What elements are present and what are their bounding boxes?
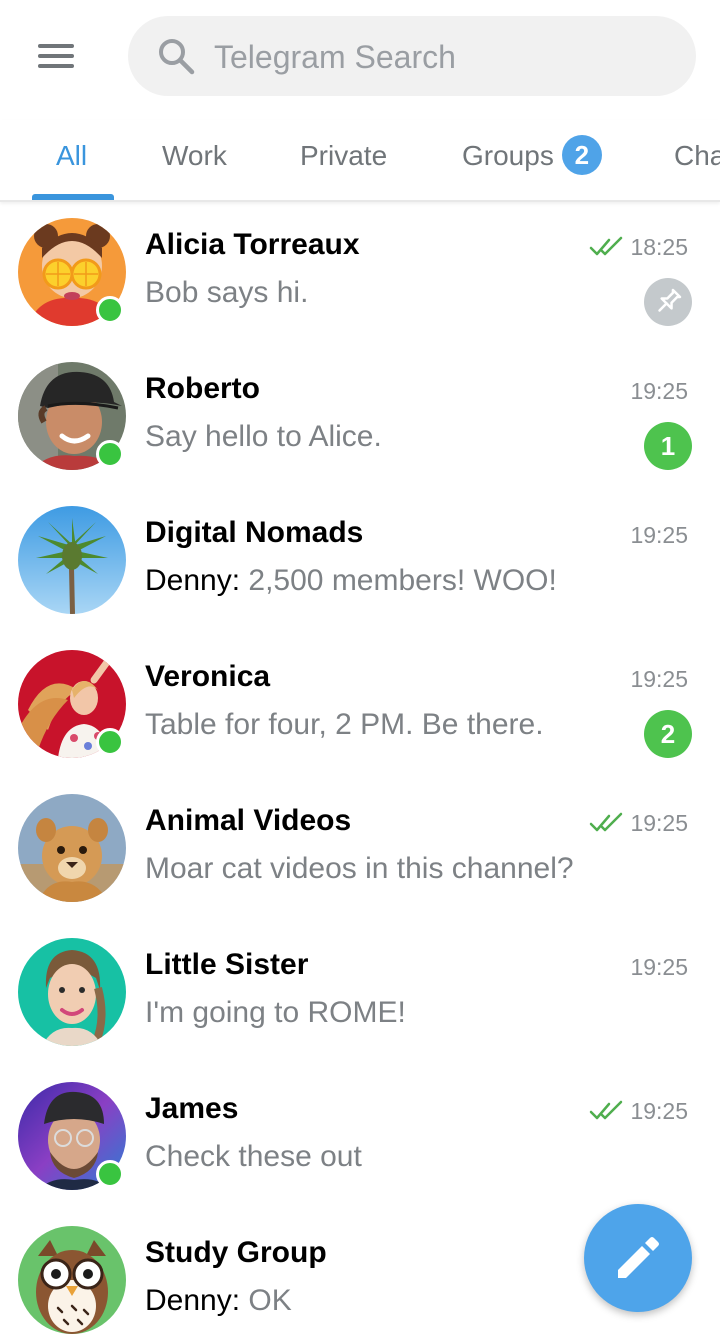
chat-time: 19:25	[630, 666, 688, 692]
unread-badge: 2	[644, 710, 692, 758]
tab-groups[interactable]: Groups 2	[462, 120, 602, 200]
double-check-icon	[589, 812, 623, 832]
chat-name: Roberto	[145, 372, 260, 405]
chat-preview: Check these out	[145, 1140, 362, 1173]
unread-badge: 1	[644, 422, 692, 470]
chat-row[interactable]: Animal Videos 19:25 Moar cat videos in t…	[0, 778, 720, 922]
tab-work[interactable]: Work	[162, 120, 227, 200]
tab-label: All	[56, 140, 88, 171]
tab-label: Groups	[462, 140, 554, 171]
chat-time: 19:25	[630, 378, 688, 404]
chat-preview: Bob says hi.	[145, 276, 309, 309]
chat-row[interactable]: Digital Nomads 19:25 Denny: 2,500 member…	[0, 490, 720, 634]
chat-preview: Say hello to Alice.	[145, 420, 382, 453]
chat-row[interactable]: James 19:25 Check these out	[0, 1066, 720, 1210]
chat-time: 19:25	[630, 810, 688, 836]
tab-label: Channels	[674, 140, 720, 171]
chat-name: Alicia Torreaux	[145, 228, 360, 261]
top-bar	[0, 0, 720, 120]
double-check-icon	[589, 236, 623, 256]
avatar	[18, 506, 126, 614]
tab-label: Private	[300, 140, 388, 171]
chat-row[interactable]: Veronica 19:25 Table for four, 2 PM. Be …	[0, 634, 720, 778]
chat-row[interactable]: Alicia Torreaux 18:25 Bob says hi.	[0, 202, 720, 346]
chat-preview: Moar cat videos in this channel?	[145, 852, 574, 885]
search-icon	[159, 39, 195, 75]
chat-time: 19:25	[630, 954, 688, 980]
search-bar[interactable]	[128, 16, 696, 98]
chat-name: Veronica	[145, 660, 271, 693]
new-message-button[interactable]	[584, 1204, 692, 1312]
online-indicator	[96, 296, 124, 324]
avatar	[18, 1226, 126, 1334]
tab-private[interactable]: Private	[300, 120, 387, 200]
chat-name: James	[145, 1092, 239, 1125]
tab-label: Work	[162, 140, 227, 171]
folder-tabs: All Work Private Groups2 Channels	[0, 120, 720, 202]
chat-name: Animal Videos	[145, 804, 352, 837]
chat-name: Study Group	[145, 1236, 327, 1269]
message-text: OK	[248, 1284, 292, 1317]
message-sender: Denny:	[145, 564, 241, 597]
double-check-icon	[589, 1100, 623, 1120]
avatar	[18, 794, 126, 902]
chat-list: Alicia Torreaux 18:25 Bob says hi. Rober…	[0, 202, 720, 1340]
online-indicator	[96, 1160, 124, 1188]
search-input[interactable]	[212, 16, 676, 98]
online-indicator	[96, 440, 124, 468]
avatar	[18, 938, 126, 1046]
pin-icon	[644, 278, 692, 326]
pencil-icon	[618, 1237, 659, 1278]
tab-all[interactable]: All	[56, 120, 87, 200]
chat-row[interactable]: Roberto 19:25 Say hello to Alice. 1	[0, 346, 720, 490]
chat-preview: I'm going to ROME!	[145, 996, 406, 1029]
chat-name: Little Sister	[145, 948, 309, 981]
hamburger-menu-icon[interactable]	[28, 36, 84, 76]
active-tab-indicator	[32, 194, 114, 200]
chat-time: 19:25	[630, 1098, 688, 1124]
chat-row[interactable]: Little Sister 19:25 I'm going to ROME!	[0, 922, 720, 1066]
chat-preview: Table for four, 2 PM. Be there.	[145, 708, 544, 741]
chat-preview: Denny: 2,500 members! WOO!	[145, 564, 557, 598]
online-indicator	[96, 728, 124, 756]
chat-time: 18:25	[630, 234, 688, 260]
chat-time: 19:25	[630, 522, 688, 548]
chat-preview: Denny: OK	[145, 1284, 292, 1318]
message-text: 2,500 members! WOO!	[248, 564, 557, 597]
unread-badge: 2	[561, 134, 602, 175]
message-sender: Denny:	[145, 1284, 241, 1317]
tab-channels[interactable]: Channels	[674, 120, 720, 200]
chat-name: Digital Nomads	[145, 516, 364, 549]
